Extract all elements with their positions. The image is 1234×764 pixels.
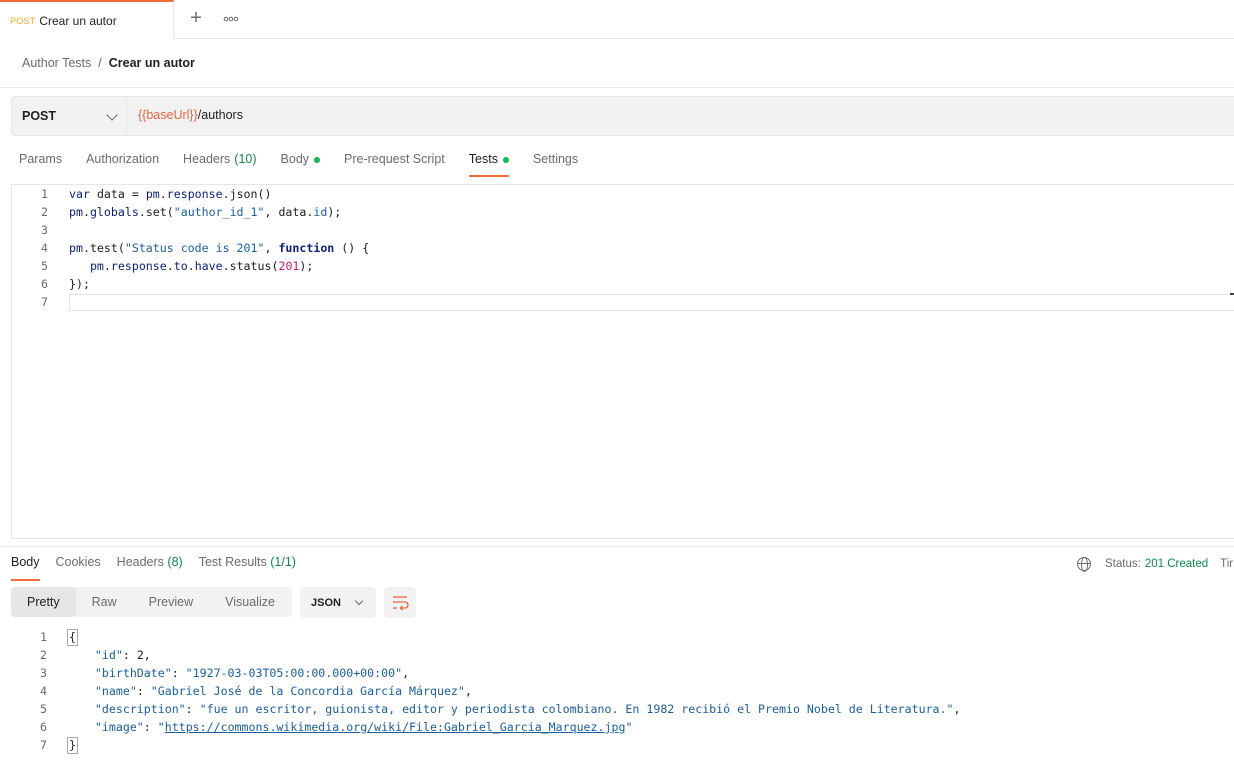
request-tab[interactable]: POST Crear un autor xyxy=(0,0,174,39)
method-value: POST xyxy=(22,109,57,123)
json-line-id: "id": 2, xyxy=(94,648,151,662)
status-dot-icon xyxy=(314,157,321,163)
line-number: 5 xyxy=(40,702,47,716)
line-number: 6 xyxy=(41,277,48,291)
json-open-brace: { xyxy=(67,629,78,646)
view-pretty-button[interactable]: Pretty xyxy=(11,587,76,617)
url-variable: {{baseUrl}} xyxy=(138,108,198,122)
code-line-2: pm.globals.set("author_id_1", data.id); xyxy=(69,205,342,219)
breadcrumb: Author Tests / Crear un autor xyxy=(22,55,195,71)
line-number: 1 xyxy=(41,187,48,201)
line-number: 7 xyxy=(41,295,48,309)
url-input[interactable]: {{baseUrl}}/authors xyxy=(138,108,243,122)
response-tabs: Body Cookies Headers (8) Test Results (1… xyxy=(11,555,312,581)
request-name[interactable]: Crear un autor xyxy=(109,56,195,70)
tab-authorization[interactable]: Authorization xyxy=(86,152,159,176)
image-link[interactable]: https://commons.wikimedia.org/wiki/File:… xyxy=(165,720,626,734)
breadcrumb-separator: / xyxy=(98,56,102,70)
response-tab-body[interactable]: Body xyxy=(11,555,40,581)
tab-body[interactable]: Body xyxy=(281,152,321,176)
line-number: 2 xyxy=(41,205,48,219)
response-tab-test-results[interactable]: Test Results (1/1) xyxy=(199,555,296,579)
chevron-down-icon xyxy=(354,596,364,606)
url-path: /authors xyxy=(197,108,243,122)
line-number: 6 xyxy=(40,720,47,734)
json-close-brace: } xyxy=(67,737,78,754)
tab-settings[interactable]: Settings xyxy=(533,152,578,176)
format-select[interactable]: JSON xyxy=(300,587,376,618)
code-line-5: pm.response.to.have.status(201); xyxy=(89,259,314,273)
json-line-name: "name": "Gabriel José de la Concordia Ga… xyxy=(94,684,472,698)
view-raw-button[interactable]: Raw xyxy=(76,587,133,617)
status-dot-icon xyxy=(502,157,509,163)
more-horizontal-icon[interactable] xyxy=(222,10,240,28)
divider xyxy=(0,87,1234,88)
json-line-description: "description": "fue un escritor, guionis… xyxy=(94,702,961,716)
response-time-label[interactable]: Tir xyxy=(1220,558,1233,570)
view-visualize-button[interactable]: Visualize xyxy=(209,587,291,617)
line-number: 3 xyxy=(40,666,47,680)
test-script-editor[interactable]: 1 2 3 4 5 6 7 var data = pm.response.jso… xyxy=(11,184,1234,539)
view-mode-selector: Pretty Raw Preview Visualize xyxy=(11,587,292,617)
response-status: Status: 201 Created Tir xyxy=(1077,555,1233,573)
active-line-highlight xyxy=(69,294,1234,311)
status-value[interactable]: 201 Created xyxy=(1145,558,1208,570)
view-preview-button[interactable]: Preview xyxy=(133,587,209,617)
response-headers-count: (8) xyxy=(167,555,183,569)
line-number: 5 xyxy=(41,259,48,273)
tab-pre-request-script[interactable]: Pre-request Script xyxy=(344,152,445,176)
response-body[interactable]: 1 2 3 4 5 6 7 { "id": 2, "birthDate": "1… xyxy=(0,628,1234,764)
globe-icon[interactable] xyxy=(1077,557,1091,572)
tab-bar: POST Crear un autor + xyxy=(0,0,1234,39)
plus-icon[interactable]: + xyxy=(186,8,206,28)
response-tab-cookies[interactable]: Cookies xyxy=(56,555,101,579)
line-number: 3 xyxy=(41,223,48,237)
headers-count: (10) xyxy=(234,152,257,166)
tab-params[interactable]: Params xyxy=(19,152,62,176)
tab-method-badge: POST xyxy=(10,15,36,26)
method-select[interactable]: POST xyxy=(12,97,127,135)
code-line-6: }); xyxy=(69,277,90,291)
json-line-birthdate: "birthDate": "1927-03-03T05:00:00.000+00… xyxy=(94,666,410,680)
line-number: 7 xyxy=(40,738,47,752)
line-number: 2 xyxy=(40,648,47,662)
url-bar: POST {{baseUrl}}/authors xyxy=(11,96,1234,136)
line-number: 4 xyxy=(40,684,47,698)
response-tab-headers[interactable]: Headers (8) xyxy=(117,555,183,579)
breadcrumb-collection-link[interactable]: Author Tests xyxy=(22,56,91,70)
code-line-1: var data = pm.response.json() xyxy=(69,187,272,201)
code-line-4: pm.test("Status code is 201", function (… xyxy=(69,241,370,255)
line-number: 4 xyxy=(41,241,48,255)
line-number: 1 xyxy=(40,630,47,644)
tab-headers[interactable]: Headers (10) xyxy=(183,152,256,176)
test-results-count: (1/1) xyxy=(270,555,296,569)
request-tabs: Params Authorization Headers (10) Body Pr… xyxy=(19,152,602,177)
tab-tests[interactable]: Tests xyxy=(468,152,510,177)
wrap-lines-icon[interactable] xyxy=(384,587,416,618)
divider xyxy=(0,546,1234,547)
scroll-marker xyxy=(1230,293,1234,295)
status-label: Status: xyxy=(1105,558,1141,570)
tab-title: Crear un autor xyxy=(39,13,117,28)
chevron-down-icon xyxy=(106,109,118,121)
json-line-image: "image": "https://commons.wikimedia.org/… xyxy=(94,720,633,734)
format-value: JSON xyxy=(311,596,341,609)
